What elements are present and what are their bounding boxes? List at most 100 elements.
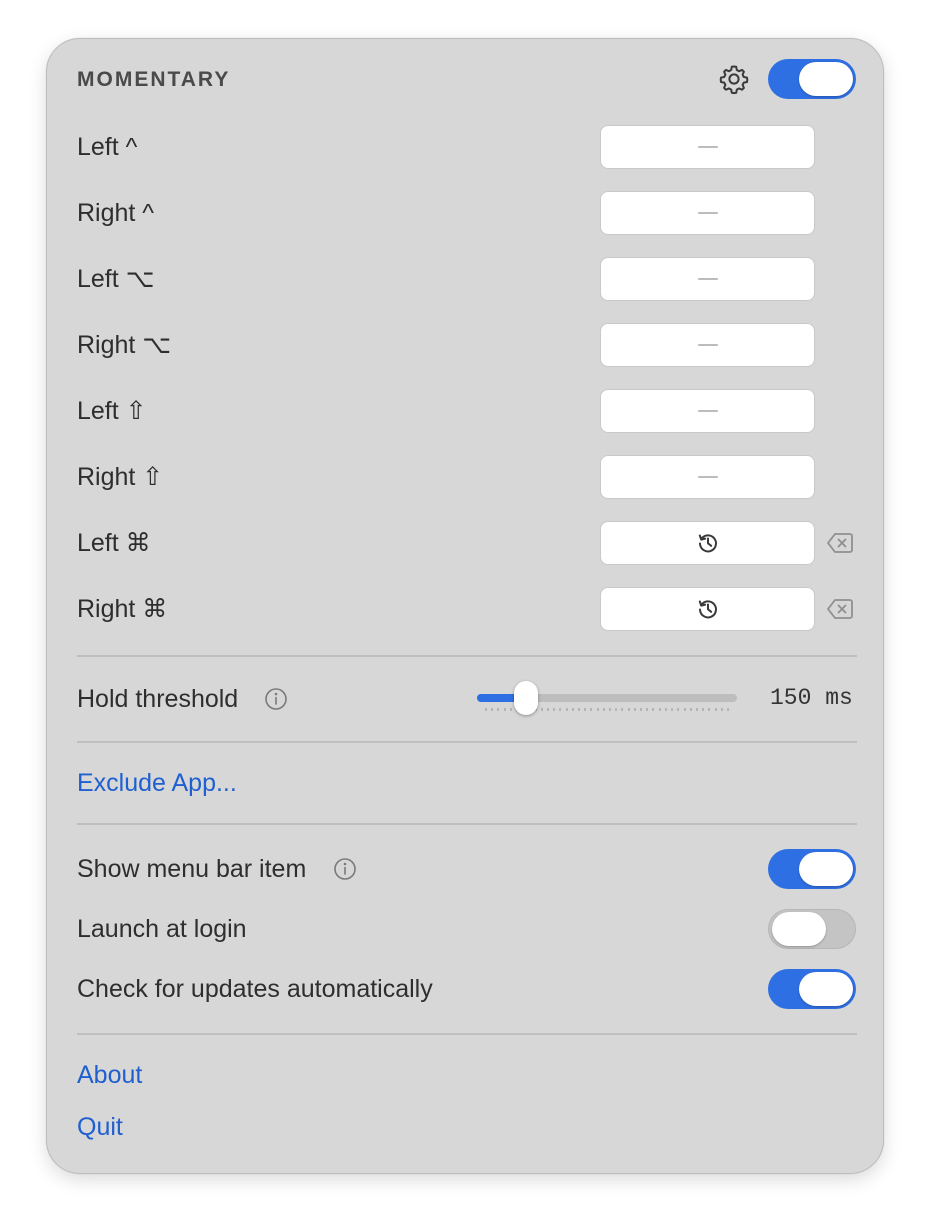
slider-tick: [547, 708, 550, 711]
slider-tick: [553, 708, 556, 711]
slider-tick: [602, 708, 605, 711]
slider-tick: [708, 708, 711, 711]
slider-tick: [559, 708, 562, 711]
shortcut-recorder[interactable]: [600, 587, 815, 631]
slider-tick: [509, 708, 512, 711]
delete-left-icon: [827, 533, 853, 553]
key-row-right-shift: Right ⇧: [77, 455, 857, 499]
key-label: Right ⌥: [77, 331, 172, 359]
slider-tick: [633, 708, 636, 711]
key-row-left-control: Left ^: [77, 125, 857, 169]
toggle-knob: [799, 62, 853, 96]
history-icon: [698, 600, 717, 619]
momentary-enable-toggle[interactable]: [768, 59, 856, 99]
slider-tick: [565, 708, 568, 711]
check-for-updates-toggle[interactable]: [768, 969, 856, 1009]
slider-tick: [677, 708, 680, 711]
key-label: Left ⌘: [77, 529, 151, 557]
key-label: Left ^: [77, 133, 138, 161]
slider-tick: [590, 708, 593, 711]
key-label: Right ⇧: [77, 463, 164, 491]
empty-dash: [697, 146, 718, 148]
slider-tick: [584, 708, 587, 711]
empty-dash: [697, 278, 718, 280]
slider-tick: [646, 708, 649, 711]
key-label: Left ⌥: [77, 265, 155, 293]
slider-tick: [658, 708, 661, 711]
show-menu-bar-item-label: Show menu bar item: [77, 855, 307, 883]
slider-tick: [652, 708, 655, 711]
shortcut-recorder[interactable]: [600, 389, 815, 433]
exclude-app-link[interactable]: Exclude App...: [77, 768, 237, 798]
shortcut-recorder[interactable]: [600, 521, 815, 565]
key-label: Left ⇧: [77, 397, 147, 425]
launch-at-login-toggle[interactable]: [768, 909, 856, 949]
hold-threshold-value: 150 ms: [770, 685, 853, 711]
clear-shortcut-button[interactable]: [826, 531, 854, 555]
shortcut-recorder[interactable]: [600, 125, 815, 169]
info-icon: [265, 688, 287, 710]
shortcut-recorder[interactable]: [600, 257, 815, 301]
shortcut-recorder[interactable]: [600, 323, 815, 367]
slider-tick: [503, 708, 506, 711]
slider-tick: [491, 708, 494, 711]
hold-threshold-slider-thumb[interactable]: [514, 681, 539, 715]
slider-tick: [621, 708, 624, 711]
about-link[interactable]: About: [77, 1060, 142, 1090]
divider: [77, 741, 857, 743]
slider-tick: [615, 708, 618, 711]
slider-tick: [695, 708, 698, 711]
show-menu-bar-item-info-button[interactable]: [333, 857, 357, 881]
info-icon: [334, 858, 356, 880]
slider-tick: [714, 708, 717, 711]
key-label: Right ^: [77, 199, 155, 227]
slider-tick: [702, 708, 705, 711]
slider-tick: [596, 708, 599, 711]
slider-tick: [609, 708, 612, 711]
show-menu-bar-item-toggle[interactable]: [768, 849, 856, 889]
launch-at-login-label: Launch at login: [77, 915, 247, 943]
toggle-knob: [799, 852, 853, 886]
panel-title: MOMENTARY: [77, 68, 231, 91]
momentary-panel: MOMENTARY Left ^ Right ^ Left ⌥ Right ⌥: [46, 38, 884, 1174]
slider-tick: [485, 708, 487, 711]
slider-tick: [540, 708, 543, 711]
quit-link[interactable]: Quit: [77, 1112, 123, 1142]
slider-tick: [627, 708, 630, 711]
key-row-right-control: Right ^: [77, 191, 857, 235]
gear-icon: [719, 65, 749, 95]
shortcut-recorder[interactable]: [600, 191, 815, 235]
slider-tick: [720, 708, 723, 711]
slider-tick: [497, 708, 500, 711]
key-row-right-option: Right ⌥: [77, 323, 857, 367]
slider-tick: [640, 708, 643, 711]
empty-dash: [697, 476, 718, 478]
key-label: Right ⌘: [77, 595, 168, 623]
toggle-knob: [799, 972, 853, 1006]
toggle-knob: [772, 912, 826, 946]
slider-tick: [726, 708, 729, 711]
hold-threshold-info-button[interactable]: [264, 687, 288, 711]
slider-tick: [664, 708, 667, 711]
empty-dash: [697, 410, 718, 412]
key-row-left-shift: Left ⇧: [77, 389, 857, 433]
key-row-left-command: Left ⌘: [77, 521, 857, 565]
slider-tick: [671, 708, 674, 711]
history-icon: [698, 534, 717, 553]
settings-button[interactable]: [718, 63, 750, 95]
slider-tick: [578, 708, 581, 711]
key-row-left-option: Left ⌥: [77, 257, 857, 301]
hold-threshold-label: Hold threshold: [77, 685, 239, 713]
empty-dash: [697, 344, 718, 346]
slider-tick: [689, 708, 692, 711]
slider-tick: [683, 708, 686, 711]
delete-left-icon: [827, 599, 853, 619]
divider: [77, 1033, 857, 1035]
divider: [77, 655, 857, 657]
clear-shortcut-button[interactable]: [826, 597, 854, 621]
key-row-right-command: Right ⌘: [77, 587, 857, 631]
check-for-updates-label: Check for updates automatically: [77, 975, 433, 1003]
empty-dash: [697, 212, 718, 214]
shortcut-recorder[interactable]: [600, 455, 815, 499]
slider-tick: [571, 708, 574, 711]
